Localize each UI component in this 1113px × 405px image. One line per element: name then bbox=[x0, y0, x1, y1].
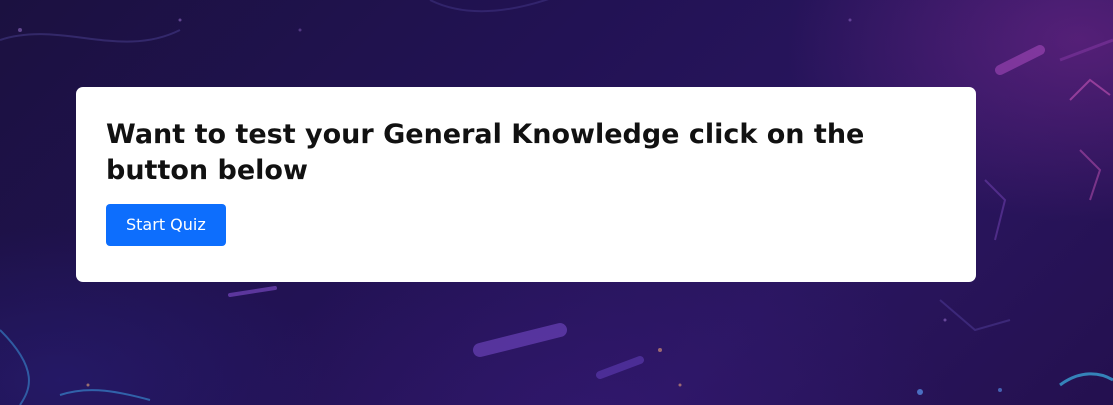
quiz-intro-card: Want to test your General Knowledge clic… bbox=[76, 87, 976, 282]
start-quiz-button[interactable]: Start Quiz bbox=[106, 204, 226, 246]
quiz-intro-headline: Want to test your General Knowledge clic… bbox=[106, 119, 865, 186]
